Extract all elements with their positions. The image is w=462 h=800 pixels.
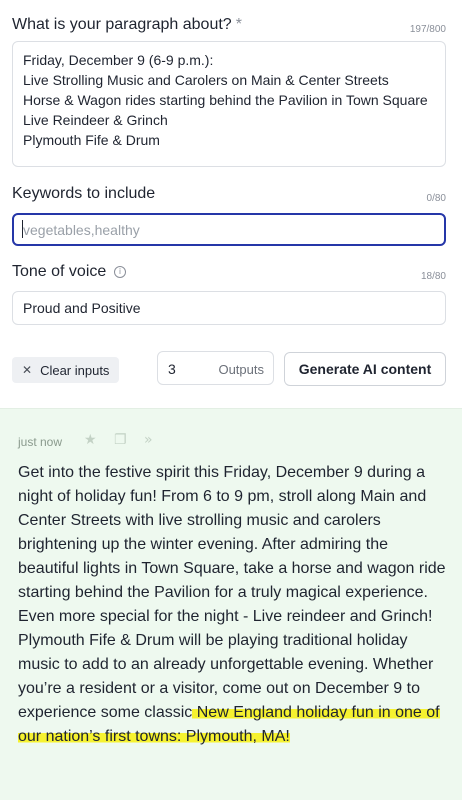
copy-icon[interactable]: ❐ bbox=[114, 432, 127, 448]
paragraph-line: Live Reindeer & Grinch bbox=[23, 112, 168, 128]
keywords-counter: 0/80 bbox=[426, 193, 446, 204]
required-mark: * bbox=[235, 16, 242, 33]
outputs-count-input[interactable]: 3 Outputs bbox=[157, 351, 274, 385]
info-icon[interactable]: i bbox=[114, 266, 126, 278]
clear-inputs-label: Clear inputs bbox=[40, 362, 110, 378]
outputs-label: Outputs bbox=[218, 362, 264, 377]
result-text-plain: Get into the festive spirit this Friday,… bbox=[18, 464, 446, 721]
paragraph-counter: 197/800 bbox=[409, 24, 446, 35]
outputs-value: 3 bbox=[168, 361, 176, 377]
star-icon[interactable]: ★ bbox=[84, 432, 97, 448]
result-timestamp: just now bbox=[18, 435, 63, 449]
text-caret bbox=[22, 220, 23, 238]
tone-counter: 18/80 bbox=[420, 271, 446, 282]
paragraph-label: What is your paragraph about? * bbox=[12, 16, 242, 33]
paragraph-line: Friday, December 9 (6-9 p.m.): bbox=[23, 52, 214, 68]
paragraph-line: Horse & Wagon rides starting behind the … bbox=[23, 92, 428, 108]
clear-inputs-button[interactable]: ✕ Clear inputs bbox=[12, 357, 119, 383]
tone-label: Tone of voice bbox=[12, 263, 107, 280]
close-icon: ✕ bbox=[22, 363, 33, 377]
paragraph-line: Plymouth Fife & Drum bbox=[23, 132, 160, 148]
tone-input[interactable]: Proud and Positive bbox=[12, 291, 446, 325]
paragraph-textarea[interactable]: Friday, December 9 (6-9 p.m.): Live Stro… bbox=[12, 41, 446, 167]
result-panel: just now ★ ❐ » Get into the festive spir… bbox=[0, 408, 462, 800]
content-form: What is your paragraph about? * 197/800 F… bbox=[0, 0, 462, 408]
keywords-label: Keywords to include bbox=[12, 185, 156, 202]
result-text: Get into the festive spirit this Friday,… bbox=[18, 461, 448, 749]
keywords-input[interactable] bbox=[12, 213, 446, 246]
generate-ai-content-button[interactable]: Generate AI content bbox=[284, 352, 446, 386]
paragraph-line: Live Strolling Music and Carolers on Mai… bbox=[23, 72, 389, 88]
double-chevron-right-icon[interactable]: » bbox=[144, 432, 153, 448]
